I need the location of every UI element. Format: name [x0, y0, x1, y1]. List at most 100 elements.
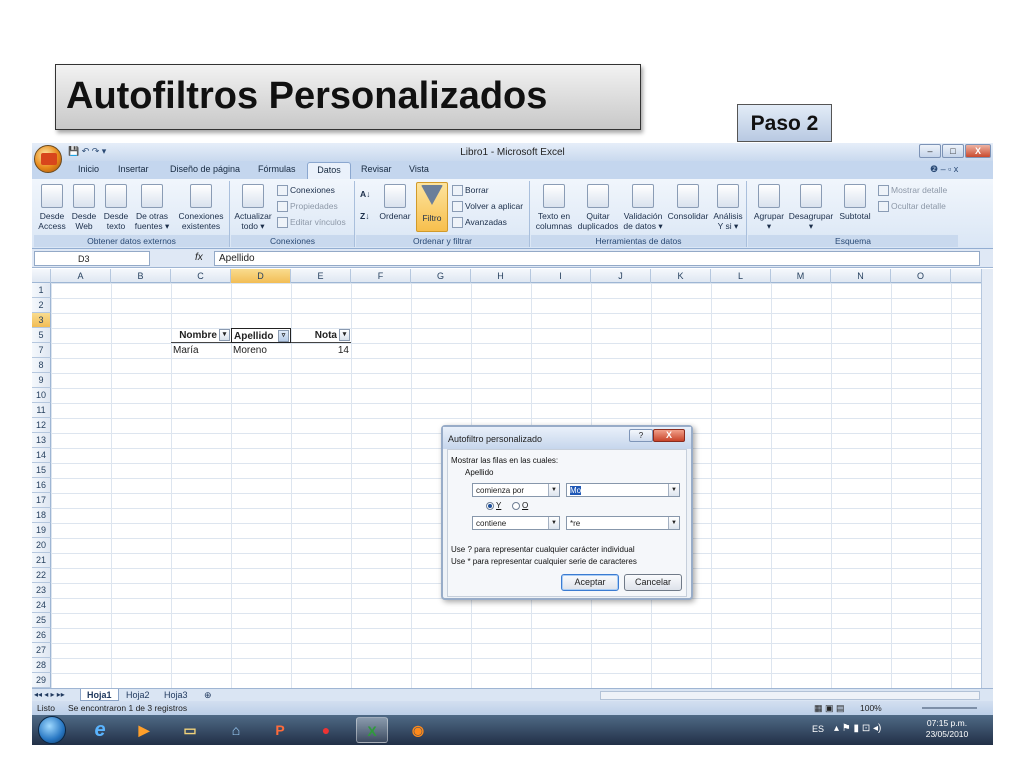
properties-link[interactable]: Propiedades: [277, 201, 338, 213]
chevron-down-icon[interactable]: ▼: [668, 517, 679, 529]
tab-vista[interactable]: Vista: [409, 164, 429, 174]
close-button[interactable]: X: [965, 144, 991, 158]
network-icon[interactable]: ⌂: [220, 717, 252, 743]
dialog-help-button[interactable]: ?: [629, 429, 653, 442]
office-button-icon[interactable]: [34, 145, 62, 173]
zoom-slider[interactable]: [922, 707, 977, 709]
column-header-h[interactable]: H: [471, 269, 531, 283]
sheet-tab-hoja2[interactable]: Hoja2: [120, 689, 156, 701]
chevron-down-icon[interactable]: ▼: [668, 484, 679, 496]
or-radio[interactable]: O: [512, 501, 528, 510]
sort-az-icon[interactable]: A↓: [360, 189, 370, 199]
row-header-8[interactable]: 8: [32, 358, 51, 373]
and-radio[interactable]: Y: [486, 501, 501, 510]
column-header-g[interactable]: G: [411, 269, 471, 283]
firefox-icon[interactable]: ◉: [402, 717, 434, 743]
row-header-20[interactable]: 20: [32, 538, 51, 553]
row-header-12[interactable]: 12: [32, 418, 51, 433]
row-header-13[interactable]: 13: [32, 433, 51, 448]
row-header-27[interactable]: 27: [32, 643, 51, 658]
column-header-m[interactable]: M: [771, 269, 831, 283]
operator2-select[interactable]: contiene ▼: [472, 516, 560, 530]
row-header-14[interactable]: 14: [32, 448, 51, 463]
hide-detail-link[interactable]: Ocultar detalle: [878, 201, 946, 213]
column-header-n[interactable]: N: [831, 269, 891, 283]
sort-button[interactable]: Ordenar: [376, 184, 414, 221]
tab-datos[interactable]: Datos: [307, 162, 351, 179]
worksheet-grid[interactable]: ABCDEFGHIJKLMNO Nombre ▾ Apellido ▿ Nota ▾ …: [32, 269, 993, 688]
sheet-nav-arrows-icon[interactable]: ◂◂ ◂ ▸ ▸▸: [34, 689, 65, 701]
column-header-e[interactable]: E: [291, 269, 351, 283]
quick-access-toolbar[interactable]: 💾 ↶ ↷ ▾: [68, 146, 106, 157]
tab-formulas[interactable]: Fórmulas: [258, 164, 296, 174]
row-header-1[interactable]: 1: [32, 283, 51, 298]
what-if-button[interactable]: Análisis Y si ▾: [711, 184, 745, 231]
row-header-26[interactable]: 26: [32, 628, 51, 643]
data-validation-button[interactable]: Validación de datos ▾: [621, 184, 665, 231]
tab-revisar[interactable]: Revisar: [361, 164, 392, 174]
row-header-22[interactable]: 22: [32, 568, 51, 583]
name-box[interactable]: D3: [34, 251, 150, 266]
column-header-l[interactable]: L: [711, 269, 771, 283]
horizontal-scrollbar[interactable]: [600, 691, 980, 700]
dialog-close-button[interactable]: X: [653, 429, 685, 442]
row-header-21[interactable]: 21: [32, 553, 51, 568]
row-header-23[interactable]: 23: [32, 583, 51, 598]
row-header-10[interactable]: 10: [32, 388, 51, 403]
filter-dropdown-icon[interactable]: ▾: [219, 329, 230, 341]
text-to-columns-button[interactable]: Texto en columnas: [533, 184, 575, 231]
chevron-down-icon[interactable]: ▼: [548, 484, 559, 496]
language-indicator[interactable]: ES: [812, 724, 824, 734]
row-header-17[interactable]: 17: [32, 493, 51, 508]
row-header-24[interactable]: 24: [32, 598, 51, 613]
sheet-tab-hoja3[interactable]: Hoja3: [158, 689, 194, 701]
tab-inicio[interactable]: Inicio: [78, 164, 99, 174]
vertical-scrollbar[interactable]: [981, 269, 993, 688]
tab-insertar[interactable]: Insertar: [118, 164, 149, 174]
row-header-9[interactable]: 9: [32, 373, 51, 388]
filter-button[interactable]: Filtro: [416, 182, 448, 232]
from-text-button[interactable]: Desde texto: [100, 184, 132, 231]
cell-nombre[interactable]: María: [171, 343, 231, 358]
header-apellido[interactable]: Apellido ▿: [231, 328, 291, 343]
row-header-19[interactable]: 19: [32, 523, 51, 538]
cell-nota[interactable]: 14: [291, 343, 351, 358]
start-button-icon[interactable]: [38, 716, 66, 744]
column-header-b[interactable]: B: [111, 269, 171, 283]
row-header-3[interactable]: 3: [32, 313, 51, 328]
minimize-button[interactable]: –: [919, 144, 941, 158]
row-header-15[interactable]: 15: [32, 463, 51, 478]
advanced-link[interactable]: Avanzadas: [452, 217, 507, 229]
chevron-down-icon[interactable]: ▼: [548, 517, 559, 529]
consolidate-button[interactable]: Consolidar: [665, 184, 711, 221]
value1-input[interactable]: Mo ▼: [566, 483, 680, 497]
column-header-j[interactable]: J: [591, 269, 651, 283]
app-red-icon[interactable]: ●: [310, 717, 342, 743]
column-header-k[interactable]: K: [651, 269, 711, 283]
excel-icon[interactable]: X: [356, 717, 388, 743]
reapply-link[interactable]: Volver a aplicar: [452, 201, 523, 213]
row-header-5[interactable]: 5: [32, 328, 51, 343]
column-header-f[interactable]: F: [351, 269, 411, 283]
row-header-18[interactable]: 18: [32, 508, 51, 523]
column-header-c[interactable]: C: [171, 269, 231, 283]
cancel-button[interactable]: Cancelar: [624, 574, 682, 591]
fx-icon[interactable]: fx: [195, 252, 203, 263]
row-header-11[interactable]: 11: [32, 403, 51, 418]
column-header-o[interactable]: O: [891, 269, 951, 283]
refresh-all-button[interactable]: Actualizar todo ▾: [233, 184, 273, 231]
show-detail-link[interactable]: Mostrar detalle: [878, 185, 947, 197]
select-all-corner[interactable]: [32, 269, 51, 283]
column-header-a[interactable]: A: [51, 269, 111, 283]
tab-diseno[interactable]: Diseño de página: [170, 164, 240, 174]
row-header-16[interactable]: 16: [32, 478, 51, 493]
row-header-7[interactable]: 7: [32, 343, 51, 358]
operator1-select[interactable]: comienza por ▼: [472, 483, 560, 497]
help-icon[interactable]: ❷ – ▫ x: [930, 164, 958, 175]
clock[interactable]: 07:15 p.m. 23/05/2010: [917, 718, 977, 740]
column-header-i[interactable]: I: [531, 269, 591, 283]
media-player-icon[interactable]: ▶: [128, 717, 160, 743]
cell-apellido[interactable]: Moreno: [231, 343, 291, 358]
filter-dropdown-icon[interactable]: ▾: [339, 329, 350, 341]
ungroup-button[interactable]: Desagrupar ▾: [788, 184, 834, 231]
